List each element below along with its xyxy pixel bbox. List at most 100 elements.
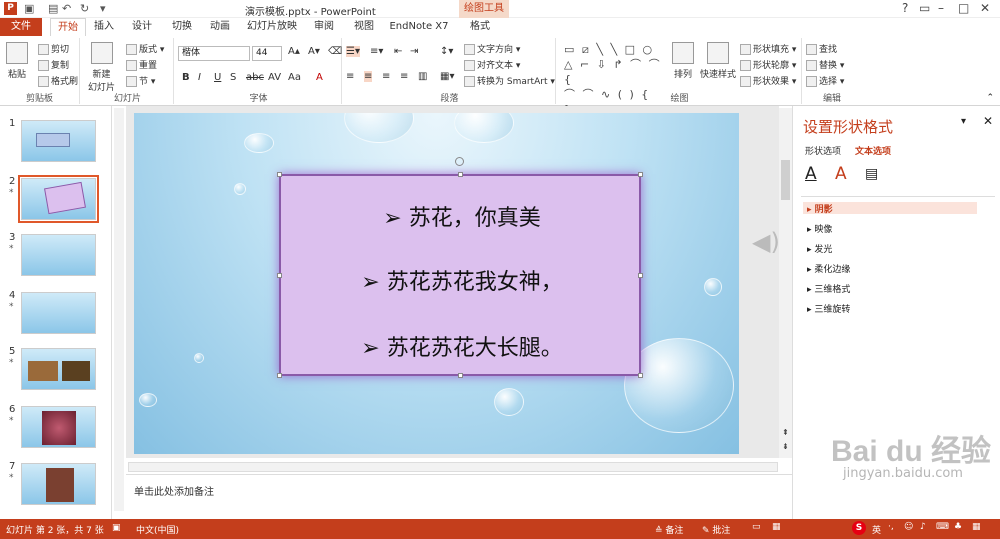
text-effects-icon[interactable]: A <box>835 164 847 184</box>
slide-thumbnail[interactable] <box>21 120 96 162</box>
pane-options-icon[interactable]: ▾ <box>961 116 966 127</box>
bullet-line[interactable]: ➢ 苏花，你真美 <box>281 200 643 232</box>
powerpoint-app-icon[interactable]: P <box>4 2 17 15</box>
shapes-gallery[interactable]: ▭ ⧄ ╲ ╲ □ ○△ ⌐ ⇩ ↱ ⌒ ⌒ {⌒ ⌒ ∿ ( ) { } <box>564 42 664 116</box>
scrollbar-thumb[interactable] <box>781 160 790 200</box>
slide-thumbnail[interactable] <box>21 406 96 448</box>
tab-format[interactable]: 格式 <box>462 18 498 36</box>
pane-item-3d-format[interactable]: ▸ 三维格式 <box>807 282 850 295</box>
tab-animations[interactable]: 动画 <box>204 18 236 36</box>
maximize-icon[interactable]: □ <box>958 1 969 15</box>
close-icon[interactable]: ✕ <box>980 1 990 15</box>
pane-item-soft-edges[interactable]: ▸ 柔化边缘 <box>807 262 850 275</box>
tab-slideshow[interactable]: 幻灯片放映 <box>242 18 302 36</box>
slide-vertical-scrollbar[interactable]: ⇞ ⇟ <box>779 108 792 458</box>
toolbox-icon[interactable]: ▦ <box>972 522 981 532</box>
pane-item-reflection[interactable]: ▸ 映像 <box>807 222 832 235</box>
resize-handle[interactable] <box>277 373 282 378</box>
normal-view-icon[interactable]: ▭ <box>752 522 761 532</box>
bold-icon[interactable]: B <box>182 72 190 83</box>
cut-button[interactable]: 剪切 <box>38 42 69 55</box>
minimize-icon[interactable]: – <box>938 1 944 15</box>
redo-icon[interactable]: ↻ <box>80 2 89 15</box>
thumbnails-scrollbar[interactable] <box>114 108 124 511</box>
resize-handle[interactable] <box>458 172 463 177</box>
grow-font-icon[interactable]: A▴ <box>288 46 300 57</box>
quick-styles-button[interactable]: 快速样式 <box>700 42 736 80</box>
shadow-icon[interactable]: S <box>230 72 236 83</box>
tab-insert[interactable]: 插入 <box>88 18 120 36</box>
speaker-icon[interactable]: ◀) <box>752 228 780 256</box>
text-direction-button[interactable]: 文字方向 ▾ <box>464 42 520 55</box>
pane-item-3d-rotation[interactable]: ▸ 三维旋转 <box>807 302 850 315</box>
shape-outline-button[interactable]: 形状轮廓 ▾ <box>740 58 796 71</box>
slide-thumbnail[interactable] <box>21 234 96 276</box>
start-from-beginning-icon[interactable]: ▤ <box>48 2 58 15</box>
tab-review[interactable]: 审阅 <box>308 18 340 36</box>
slide-thumbnail-selected[interactable] <box>18 175 99 223</box>
pane-item-shadow[interactable]: ▸ 阴影 <box>807 202 833 215</box>
arrange-button[interactable]: 排列 <box>672 42 694 80</box>
pane-close-icon[interactable]: ✕ <box>983 114 993 128</box>
slide-thumbnail[interactable] <box>21 463 96 505</box>
replace-button[interactable]: 替换 ▾ <box>806 58 844 71</box>
notes-toggle[interactable]: ≙ 备注 <box>655 523 683 536</box>
align-left-icon[interactable]: ≡ <box>346 71 354 82</box>
ribbon-display-icon[interactable]: ▭ <box>919 1 930 15</box>
bullet-line[interactable]: ➢ 苏花苏花我女神， <box>281 264 643 296</box>
punctuation-icon[interactable]: ·, <box>888 522 894 532</box>
save-icon[interactable]: ▣ <box>24 2 34 15</box>
customize-qat-icon[interactable]: ▾ <box>100 2 106 15</box>
align-right-icon[interactable]: ≡ <box>382 71 390 82</box>
change-case-icon[interactable]: Aa <box>288 72 301 83</box>
text-fill-outline-icon[interactable]: A <box>805 164 817 184</box>
slide-horizontal-scrollbar[interactable] <box>128 462 778 472</box>
tab-file[interactable]: 文件 <box>0 18 42 36</box>
paste-button[interactable]: 粘贴 <box>6 42 28 80</box>
pane-item-glow[interactable]: ▸ 发光 <box>807 242 832 255</box>
italic-icon[interactable]: I <box>198 72 201 83</box>
align-center-icon[interactable]: ≡ <box>364 71 373 82</box>
increase-indent-icon[interactable]: ⇥ <box>410 46 418 57</box>
resize-handle[interactable] <box>638 172 643 177</box>
collapse-ribbon-icon[interactable]: ⌃ <box>986 93 994 103</box>
align-text-button[interactable]: 对齐文本 ▾ <box>464 58 520 71</box>
resize-handle[interactable] <box>277 172 282 177</box>
help-button[interactable]: ? <box>902 1 908 15</box>
tab-endnote[interactable]: EndNote X7 <box>388 18 450 36</box>
ime-mode[interactable]: 英 <box>872 523 881 536</box>
numbering-icon[interactable]: ≡▾ <box>370 46 383 57</box>
rotation-handle[interactable] <box>455 157 464 166</box>
resize-handle[interactable] <box>638 273 643 278</box>
new-slide-button[interactable]: 新建 幻灯片 <box>88 42 115 93</box>
decrease-indent-icon[interactable]: ⇤ <box>394 46 402 57</box>
skin-icon[interactable]: ♣ <box>954 522 962 532</box>
font-color-icon[interactable]: A <box>316 72 323 83</box>
char-spacing-icon[interactable]: AV <box>268 72 281 83</box>
emoji-icon[interactable]: ☺ <box>904 522 913 532</box>
selected-textbox[interactable]: ➢ 苏花，你真美 ➢ 苏花苏花我女神， ➢ 苏花苏花大长腿。 <box>277 172 643 378</box>
microphone-icon[interactable]: ♪ <box>920 522 926 532</box>
line-spacing-icon[interactable]: ↕▾ <box>440 46 453 57</box>
copy-button[interactable]: 复制 <box>38 58 69 71</box>
slide-thumbnail[interactable] <box>21 292 96 334</box>
tab-home[interactable]: 开始 <box>50 18 86 36</box>
undo-icon[interactable]: ↶ <box>62 2 71 15</box>
resize-handle[interactable] <box>277 273 282 278</box>
textbox-icon[interactable]: ▤ <box>865 166 878 182</box>
reset-button[interactable]: 重置 <box>126 58 157 71</box>
notes-pane[interactable]: 单击此处添加备注 <box>126 474 792 519</box>
smartart-button[interactable]: 转换为 SmartArt ▾ <box>464 74 555 87</box>
tab-shape-options[interactable]: 形状选项 <box>805 144 841 157</box>
resize-handle[interactable] <box>638 373 643 378</box>
select-button[interactable]: 选择 ▾ <box>806 74 844 87</box>
tab-view[interactable]: 视图 <box>348 18 380 36</box>
distribute-icon[interactable]: ▥ <box>418 71 427 82</box>
shape-fill-button[interactable]: 形状填充 ▾ <box>740 42 796 55</box>
sogou-ime-icon[interactable]: S <box>852 521 866 535</box>
tab-transitions[interactable]: 切换 <box>166 18 198 36</box>
language-indicator[interactable]: 中文(中国) <box>136 523 179 536</box>
format-painter-button[interactable]: 格式刷 <box>38 74 78 87</box>
clear-format-icon[interactable]: ⌫ <box>328 46 342 57</box>
bullets-icon[interactable]: ☰▾ <box>346 46 360 57</box>
